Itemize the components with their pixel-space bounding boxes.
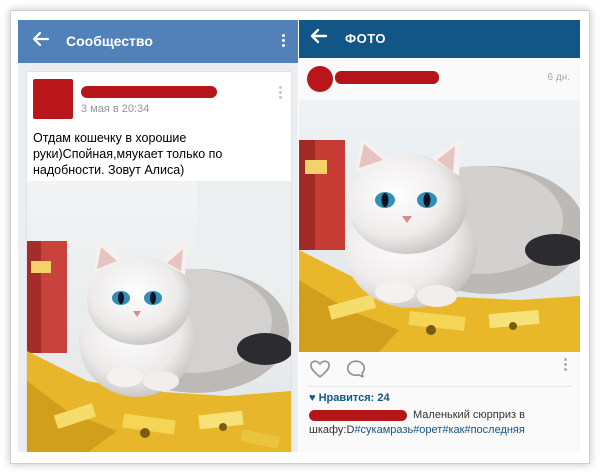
post-caption: Маленький сюрприз в шкафу:D#сукамразь#ор… [309,408,571,438]
post-photo[interactable] [299,100,580,352]
hashtag-link[interactable]: #последняя [464,424,524,436]
comment-icon[interactable] [345,358,367,380]
likes-label: Нравится: 24 [318,392,390,404]
redacted-author-name [81,86,217,98]
page-title: Сообщество [66,33,153,49]
cat-photo [27,181,291,452]
likes-count[interactable]: ♥ Нравится: 24 [309,392,390,404]
divider [307,386,572,387]
hashtag-link[interactable]: #как [442,424,464,436]
avatar[interactable] [307,66,333,92]
instagram-app-panel: ФОТО 6 дн. ♥ Нравится: 24 Маленький сюрп… [299,20,580,452]
avatar[interactable] [33,79,73,119]
vk-app-panel: Сообщество 3 мая в 20:34 Отдам кошечку в… [18,20,298,452]
arrow-left-icon[interactable] [28,29,54,55]
kebab-menu-icon[interactable] [280,32,286,52]
heart-icon: ♥ [309,392,316,404]
post-text: Отдам кошечку в хорошие руки)Спойная,мяу… [33,131,223,177]
kebab-menu-icon[interactable] [564,356,568,373]
post-time: 6 дн. [547,72,570,83]
redacted-author-name [335,71,439,84]
page-title: ФОТО [345,31,386,46]
post-card: 3 мая в 20:34 Отдам кошечку в хорошие ру… [26,71,292,452]
kebab-menu-icon[interactable] [279,84,283,101]
hashtag-link[interactable]: #сукамразь [354,424,413,436]
cat-photo [299,100,580,352]
post-date: 3 мая в 20:34 [81,103,150,115]
hashtag-link[interactable]: #орет [413,424,442,436]
ig-header-bar: ФОТО [299,20,580,58]
post-photo[interactable] [27,181,291,452]
vk-header-bar: Сообщество [18,20,298,63]
heart-icon[interactable] [309,358,331,380]
arrow-left-icon[interactable] [307,26,331,50]
